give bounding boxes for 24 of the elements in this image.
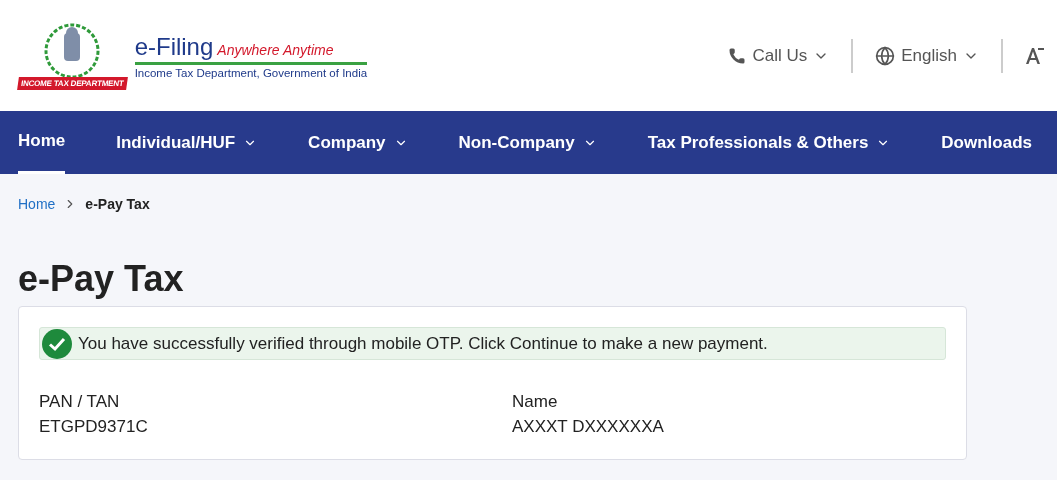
nav-tab[interactable]: Individual/HUF (116, 111, 258, 174)
check-circle-icon (42, 328, 72, 359)
field-label: Name (512, 392, 559, 412)
logo-subtitle: Income Tax Department, Government of India (134, 66, 368, 79)
nav-tab[interactable]: Company (308, 111, 408, 174)
alert-message: You have successfully verified through mobile OTP. Click Continue to make a new payment. (78, 333, 768, 354)
font-size-icon (1025, 46, 1045, 65)
logo-tagline: Anywhere Anytime (217, 41, 334, 58)
nav-tab[interactable]: Home (18, 111, 66, 174)
field-label: PAN / TAN (39, 392, 121, 412)
logo-title: e-Filing (134, 32, 214, 61)
logo-ribbon: INCOME TAX DEPARTMENT (17, 77, 128, 90)
field-value: AXXXT DXXXXXXA (512, 417, 665, 437)
nav-tab[interactable]: Downloads (941, 111, 1032, 174)
call-us-menu[interactable]: Call Us (706, 45, 852, 66)
breadcrumb-link[interactable]: Home (18, 196, 56, 212)
language-menu[interactable]: English (853, 45, 1001, 66)
breadcrumb-link[interactable]: e-Pay Tax (85, 196, 150, 212)
nav-tab[interactable]: Non-Company (458, 111, 597, 174)
field-value: ETGPD9371C (39, 417, 149, 437)
globe-icon (875, 45, 896, 66)
phone-icon (728, 46, 747, 65)
nav-tab[interactable]: Tax Professionals & Others (647, 111, 891, 174)
page-title: e-Pay Tax (18, 258, 185, 300)
